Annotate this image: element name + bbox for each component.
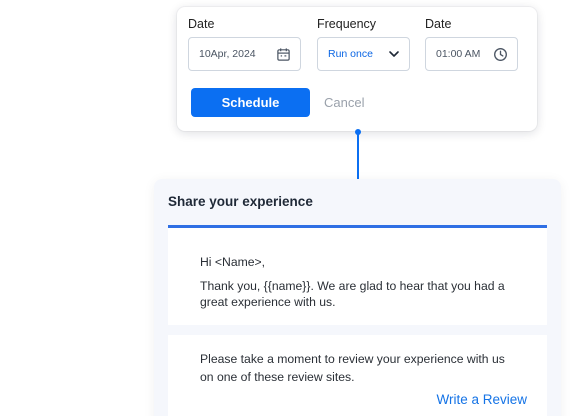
time-value: 01:00 AM: [436, 48, 481, 60]
frequency-select[interactable]: Run once: [317, 37, 410, 71]
clock-icon[interactable]: [493, 47, 508, 62]
date-value: 10Apr, 2024: [199, 48, 256, 60]
frequency-label: Frequency: [317, 17, 377, 31]
schedule-button[interactable]: Schedule: [191, 88, 310, 117]
cancel-button[interactable]: Cancel: [322, 88, 366, 117]
review-prompt-text: Please take a moment to review your expe…: [200, 352, 505, 384]
chevron-down-icon: [388, 48, 400, 60]
frequency-value: Run once: [328, 48, 373, 60]
review-section: Please take a moment to review your expe…: [168, 335, 547, 416]
write-review-link[interactable]: Write a Review: [436, 391, 527, 409]
date-label: Date: [188, 17, 215, 31]
email-preview-panel: Share your experience Hi <Name>, Thank y…: [154, 179, 561, 416]
email-thanks-text: Thank you, {{name}}. We are glad to hear…: [200, 279, 505, 309]
time-field[interactable]: 01:00 AM: [425, 37, 518, 71]
email-greeting: Hi <Name>,: [200, 255, 266, 269]
calendar-icon[interactable]: [276, 47, 291, 62]
schedule-card: Date 10Apr, 2024 Frequency Run once Date…: [177, 7, 537, 131]
email-body: Hi <Name>, Thank you, {{name}}. We are g…: [168, 228, 547, 325]
email-title: Share your experience: [168, 194, 313, 209]
connector-line: [357, 132, 359, 179]
date-field[interactable]: 10Apr, 2024: [188, 37, 301, 71]
time-label: Date: [425, 17, 452, 31]
